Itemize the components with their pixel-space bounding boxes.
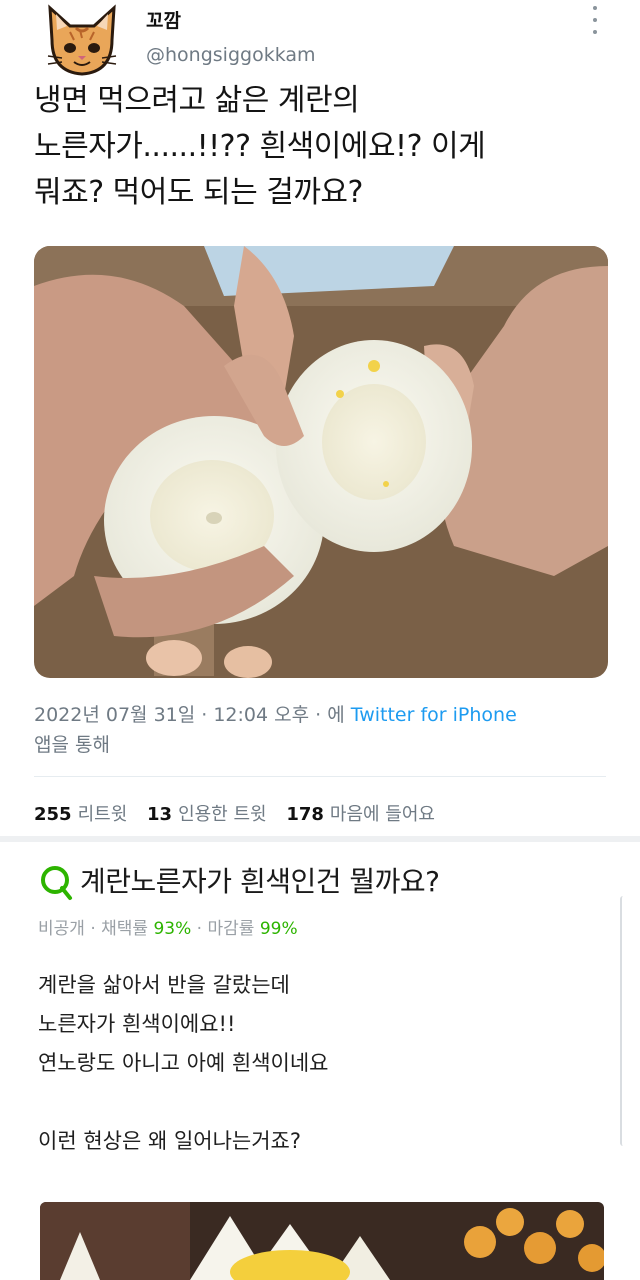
- tweet-text: 냉면 먹으려고 삶은 계란의 노른자가......!!?? 흰색이에요!? 이게…: [34, 78, 614, 216]
- more-vertical-icon[interactable]: [584, 6, 606, 34]
- question-body-line: 계란을 삶아서 반을 갈랐는데: [38, 973, 290, 997]
- user-handle[interactable]: @hongsiggokkam: [146, 44, 316, 66]
- question-title[interactable]: 계란노른자가 흰색인건 뭘까요?: [80, 860, 440, 900]
- timestamp[interactable]: 2022년 07월 31일 · 12:04 오후 · 에: [34, 704, 345, 726]
- tweet-stats: 255 리트윗 13 인용한 트윗 178 마음에 들어요: [34, 800, 449, 826]
- quotes-stat[interactable]: 13 인용한 트윗: [147, 804, 267, 825]
- cat-avatar-icon[interactable]: [40, 0, 124, 78]
- tweet-text-line: 뭐죠? 먹어도 되는 걸까요?: [34, 175, 363, 210]
- tweet-card: 꼬깜 @hongsiggokkam 냉면 먹으려고 삶은 계란의 노른자가...…: [0, 0, 640, 836]
- egg-photo[interactable]: [34, 246, 608, 678]
- close-rate: 99%: [259, 919, 298, 939]
- tweet-text-line: 노른자가......!!?? 흰색이에요!? 이게: [34, 129, 486, 164]
- question-body: 계란을 삶아서 반을 갈랐는데 노른자가 흰색이에요!! 연노랑도 아니고 아예…: [38, 966, 598, 1161]
- retweets-stat[interactable]: 255 리트윗: [34, 804, 127, 825]
- divider: [34, 776, 606, 777]
- timestamp-tail: 앱을 통해: [34, 734, 110, 756]
- tweet-text-line: 냉면 먹으려고 삶은 계란의: [34, 83, 360, 118]
- question-body-line: [38, 1083, 598, 1122]
- question-body-line: 연노랑도 아니고 아예 흰색이네요: [38, 1051, 329, 1075]
- question-body-line: 노른자가 흰색이에요!!: [38, 1012, 236, 1036]
- likes-stat[interactable]: 178 마음에 들어요: [286, 804, 435, 825]
- question-meta: 비공개 · 채택률 93% · 마감률 99%: [38, 919, 298, 939]
- question-card: 계란노른자가 흰색인건 뭘까요? 비공개 · 채택률 93% · 마감률 99%…: [0, 842, 640, 1280]
- scrollbar[interactable]: [620, 896, 626, 1146]
- display-name[interactable]: 꼬깜: [146, 6, 181, 33]
- adopt-rate: 93%: [153, 919, 192, 939]
- tweet-meta: 2022년 07월 31일 · 12:04 오후 · 에 Twitter for…: [34, 700, 614, 760]
- question-photo[interactable]: [40, 1202, 604, 1280]
- question-body-line: 이런 현상은 왜 일어나는거죠?: [38, 1129, 302, 1153]
- source-link[interactable]: Twitter for iPhone: [351, 704, 517, 726]
- q-search-icon: [41, 866, 72, 900]
